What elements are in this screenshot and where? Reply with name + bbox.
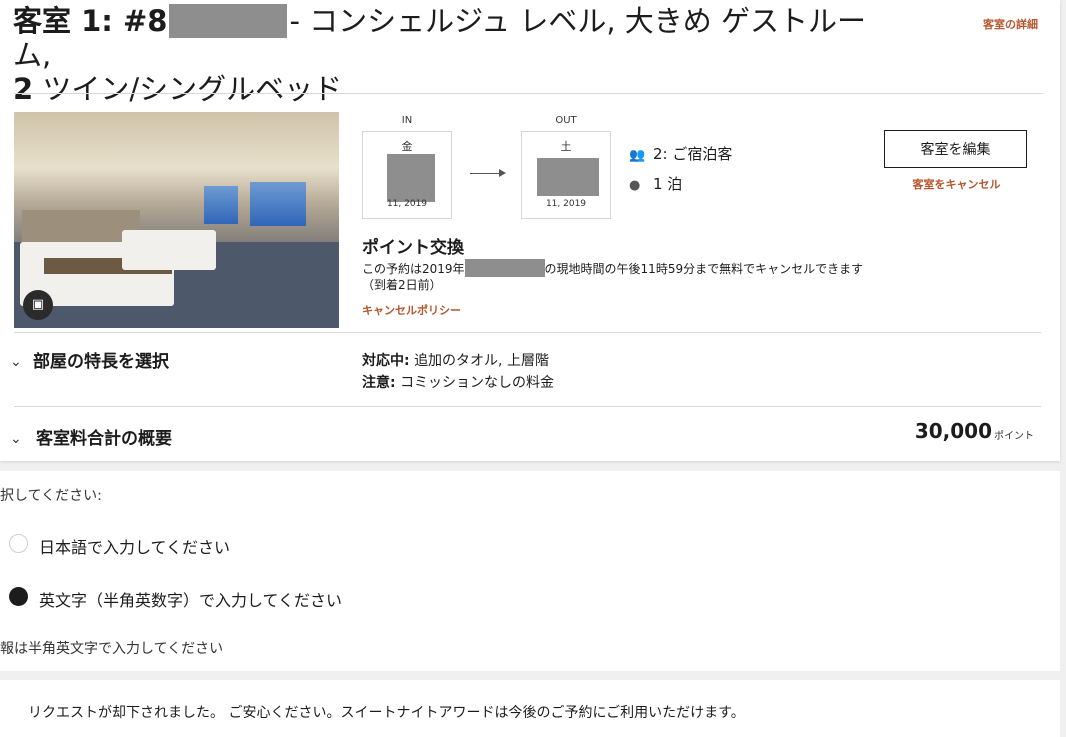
divider	[14, 93, 1043, 94]
notice-text: リクエストが却下されました。 ご安心ください。スイートナイトアワードは今後のご予…	[28, 705, 745, 721]
guests-icon: 👥	[629, 148, 646, 163]
checkout-weekday: 土	[560, 140, 572, 153]
photo-bed	[122, 230, 216, 270]
moon-icon: ●	[629, 178, 641, 193]
redacted-room-number	[169, 4, 288, 38]
language-form: 選択してください: 日本語で入力してください 英文字（半角英数字）で入力してくだ…	[0, 471, 1060, 671]
cancel-room-link[interactable]: 客室をキャンセル	[884, 176, 1029, 192]
arrow-right-icon	[470, 169, 506, 177]
guests-count: 2: ご宿泊客	[653, 145, 733, 163]
room-photo[interactable]: ▣	[14, 112, 339, 328]
redacted-checkin-day	[387, 154, 435, 202]
notice-banner: リクエストが却下されました。 ご安心ください。スイートナイトアワードは今後のご予…	[0, 680, 1060, 737]
option-japanese-label[interactable]: 日本語で入力してください	[39, 534, 230, 558]
note-row: 注意: コミッションなしの料金	[362, 372, 554, 392]
accommodating-value: 追加のタオル, 上層階	[414, 353, 549, 369]
room-features-toggle[interactable]: 部屋の特長を選択	[33, 347, 169, 372]
guests-row: 👥 2: ご宿泊客	[629, 143, 732, 164]
room-card: 客室 1: #8- コンシェルジュ レベル, 大きめ ゲストルーム, 2 ツイン/…	[0, 0, 1060, 461]
checkin-label: IN	[401, 115, 413, 126]
cancellation-text: この予約は2019年 の現地時間の午後11時59分まで無料でキャンセルできます（到…	[362, 259, 867, 293]
language-prompt: 選択してください:	[0, 488, 102, 504]
photo-window	[250, 182, 306, 226]
rate-title: ポイント交換	[362, 238, 464, 258]
checkin-year: 11, 2019	[386, 199, 428, 209]
checkout-label: OUT	[555, 115, 577, 126]
accommodating-row: 対応中: 追加のタオル, 上層階	[362, 350, 549, 370]
edit-room-button[interactable]: 客室を編集	[884, 130, 1027, 168]
photo-window	[204, 186, 238, 224]
room-title: 客室 1: #8- コンシェルジュ レベル, 大きめ ゲストルーム, 2 ツイン/…	[13, 4, 893, 106]
redacted-checkout-day	[537, 158, 599, 196]
room-title-count: 2	[13, 72, 34, 106]
cancellation-policy-link[interactable]: キャンセルポリシー	[362, 302, 461, 318]
chevron-down-icon[interactable]: ⌄	[10, 431, 22, 447]
chevron-down-icon[interactable]: ⌄	[10, 354, 22, 370]
language-hint: 情報は半角英文字で入力してください	[0, 641, 224, 657]
points-unit: ポイント	[994, 431, 1034, 442]
note-label: 注意:	[362, 375, 396, 391]
rate-summary-toggle[interactable]: 客室料合計の概要	[36, 424, 172, 449]
checkin-date-box: 金 11, 2019	[362, 131, 452, 219]
radio-japanese[interactable]	[9, 534, 28, 553]
checkout-year: 11, 2019	[545, 199, 587, 209]
checkout-date-box: 土 11, 2019	[521, 131, 611, 219]
note-value: コミッションなしの料金	[400, 375, 555, 391]
room-title-rest: ツイン/シングルベッド	[33, 72, 343, 106]
gallery-icon[interactable]: ▣	[23, 290, 53, 320]
checkin-weekday: 金	[401, 140, 413, 153]
cancellation-prefix: この予約は2019年	[362, 262, 465, 276]
total-points: 30,000	[914, 419, 992, 443]
room-title-prefix: 客室 1: #	[13, 4, 148, 38]
redacted-cancel-date	[464, 259, 545, 277]
option-english-label[interactable]: 英文字（半角英数字）で入力してください	[39, 587, 342, 611]
nights-row: ● 1 泊	[629, 173, 682, 194]
divider	[14, 332, 1041, 333]
room-details-link[interactable]: 客室の詳細	[983, 16, 1038, 32]
divider	[14, 406, 1041, 407]
nights-count: 1 泊	[653, 175, 683, 193]
room-title-digit: 8	[147, 4, 168, 38]
accommodating-label: 対応中:	[362, 353, 410, 369]
radio-english[interactable]	[9, 587, 28, 606]
